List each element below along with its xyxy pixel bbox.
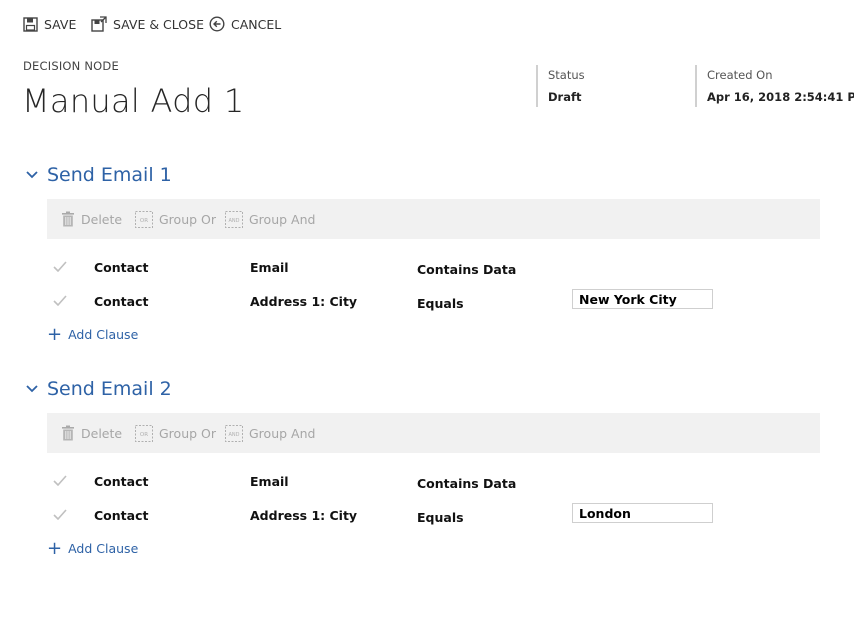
clause-field[interactable]: Email [250,260,289,275]
clause-entity[interactable]: Contact [94,474,148,489]
clause-row[interactable]: Contact Email Contains Data [47,258,820,286]
status-label: Status [548,68,585,82]
group-and-icon: AND [225,424,243,442]
clause-row[interactable]: Contact Address 1: City Equals London [47,503,820,533]
plus-icon: + [47,323,63,345]
status-field: Status Draft [536,65,585,107]
checkmark-icon[interactable] [53,475,67,486]
clause-command-bar: Delete OR Group Or AND Group And [47,413,820,453]
section-send-email-1-header[interactable]: Send Email 1 [24,164,172,186]
group-or-icon: OR [135,210,153,228]
trash-icon [62,211,74,227]
chevron-down-icon [26,385,38,393]
trash-icon [62,425,74,441]
cancel-label: CANCEL [231,16,282,32]
group-or-label: Group Or [159,425,217,441]
created-on-field: Created On Apr 16, 2018 2:54:41 PM [695,65,854,107]
delete-button[interactable]: Delete [61,413,122,453]
clause-operator[interactable]: Equals [417,296,464,311]
and-badge: AND [228,218,239,224]
clause-entity[interactable]: Contact [94,508,148,523]
group-or-icon: OR [135,424,153,442]
entity-type-label: DECISION NODE [23,59,119,73]
created-on-value: Apr 16, 2018 2:54:41 PM [707,90,854,104]
add-clause-label: Add Clause [68,327,139,342]
save-close-label: SAVE & CLOSE [113,16,204,32]
or-badge: OR [140,432,148,438]
clause-row[interactable]: Contact Email Contains Data [47,472,820,500]
clause-operator[interactable]: Contains Data [417,476,516,491]
save-button[interactable]: SAVE [23,14,76,34]
and-badge: AND [228,432,239,438]
group-or-button[interactable]: OR Group Or [135,199,216,239]
save-label: SAVE [44,16,77,32]
add-clause-button[interactable]: + Add Clause [47,323,139,345]
group-and-label: Group And [249,425,316,441]
clause-entity[interactable]: Contact [94,294,148,309]
section-title: Send Email 1 [47,164,172,186]
clause-entity[interactable]: Contact [94,260,148,275]
clause-field[interactable]: Address 1: City [250,508,357,523]
clause-operator[interactable]: Equals [417,510,464,525]
clause-value-input[interactable]: London [572,503,713,523]
checkmark-icon[interactable] [53,509,67,520]
clause-row[interactable]: Contact Address 1: City Equals New York … [47,289,820,319]
group-or-label: Group Or [159,211,217,227]
save-close-icon [91,16,107,32]
clause-field[interactable]: Email [250,474,289,489]
plus-icon: + [47,537,63,559]
add-clause-button[interactable]: + Add Clause [47,537,139,559]
checkmark-icon[interactable] [53,261,67,272]
save-icon [23,16,38,32]
group-and-icon: AND [225,210,243,228]
created-on-label: Created On [707,68,773,82]
status-value: Draft [548,90,582,104]
section-send-email-2-header[interactable]: Send Email 2 [24,378,172,400]
group-and-button[interactable]: AND Group And [225,413,315,453]
clause-operator[interactable]: Contains Data [417,262,516,277]
group-and-button[interactable]: AND Group And [225,199,315,239]
clause-field[interactable]: Address 1: City [250,294,357,309]
checkmark-icon[interactable] [53,295,67,306]
clause-command-bar: Delete OR Group Or AND Group And [47,199,820,239]
cancel-button[interactable]: CANCEL [209,14,281,34]
chevron-down-icon [26,171,38,179]
delete-label: Delete [81,211,123,227]
section-title: Send Email 2 [47,378,172,400]
group-or-button[interactable]: OR Group Or [135,413,216,453]
delete-button[interactable]: Delete [61,199,122,239]
cancel-icon [209,16,225,32]
save-close-button[interactable]: SAVE & CLOSE [91,14,204,34]
page-title: Manual Add 1 [22,82,245,120]
add-clause-label: Add Clause [68,541,139,556]
or-badge: OR [140,218,148,224]
group-and-label: Group And [249,211,316,227]
delete-label: Delete [81,425,123,441]
clause-value-input[interactable]: New York City [572,289,713,309]
